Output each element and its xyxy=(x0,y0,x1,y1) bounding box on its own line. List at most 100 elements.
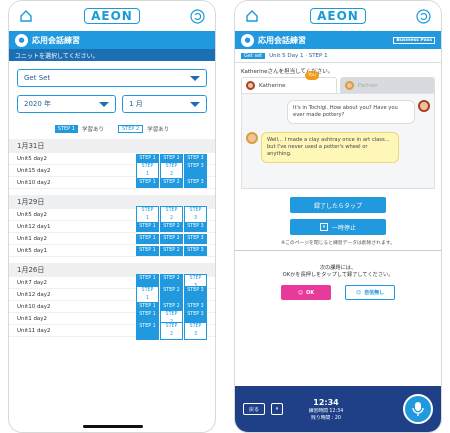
evaluation-buttons: ☺ OK ☹ 自信無し xyxy=(235,285,441,300)
partner-face-icon xyxy=(418,100,430,112)
pause-icon: ⏸ xyxy=(319,223,328,231)
legend-solid-text: 学習あり xyxy=(81,127,104,133)
step-2-button[interactable]: STEP 2 xyxy=(160,245,183,256)
step-3-button[interactable]: STEP 3 xyxy=(184,233,207,244)
warning-note: ※このページを閉じると練習データは削除されます。 xyxy=(281,241,395,246)
unit-row[interactable]: Unit12 day1 STEP 1 STEP 2 STEP 3 xyxy=(9,221,215,233)
step-3-button[interactable]: STEP 3 xyxy=(184,221,207,232)
step-1-button[interactable]: STEP 1 xyxy=(136,221,159,232)
unit-name: Unit10 day2 xyxy=(17,179,51,186)
unit-name: Unit1 day2 xyxy=(17,315,48,322)
level-dropdown-value: Get Set xyxy=(24,74,51,82)
step-legend: STEP 1 学習あり STEP 2 学習あり xyxy=(9,125,215,133)
role-instruction: Katherineさんを担当してください。 xyxy=(241,69,334,75)
remaining-time: 残り時間 : 20 xyxy=(311,415,341,421)
tab-partner-label: Partner xyxy=(357,82,378,89)
ok-button[interactable]: ☺ OK xyxy=(281,285,331,300)
year-dropdown-value: 2020 年 xyxy=(24,100,52,108)
page-title-bar: ● 応用会話練習 xyxy=(9,31,215,49)
chevron-down-icon xyxy=(190,101,200,107)
role-tabs: Katherine Partner You xyxy=(235,71,441,93)
step-3-button[interactable]: STEP 3 xyxy=(184,245,207,256)
home-icon[interactable] xyxy=(243,7,261,25)
chat-panel: It's in Tochigi. How about you? Have you… xyxy=(241,93,435,189)
top-bar: AEON xyxy=(235,1,441,31)
page-title: 応用会話練習 xyxy=(258,35,306,45)
tap-when-done-button[interactable]: 録了したらタップ xyxy=(290,197,386,213)
step-2-button[interactable]: STEP 2 xyxy=(160,221,183,232)
unit-name: Unit5 day2 xyxy=(17,211,48,218)
step-3-button[interactable]: STEP 3 xyxy=(184,321,207,340)
step-buttons: STEP 1STEP 2STEP 3 xyxy=(136,221,207,232)
user-face-icon xyxy=(246,132,258,144)
step-1-button[interactable]: STEP 1 xyxy=(136,177,159,188)
unit-row[interactable]: Unit12 day2 STEP 1 STEP 2 STEP 3 xyxy=(9,285,215,304)
katherine-avatar xyxy=(246,81,255,90)
page-title: 応用会話練習 xyxy=(32,35,80,45)
year-dropdown[interactable]: 2020 年 xyxy=(17,95,117,113)
microphone-button[interactable] xyxy=(403,394,433,424)
you-badge: You xyxy=(305,71,319,80)
step-2-button[interactable]: STEP 2 xyxy=(160,321,183,340)
pause-label: 一時停止 xyxy=(331,224,356,232)
step-2-button[interactable]: STEP 2 xyxy=(160,177,183,188)
unit-name: Unit5 day1 xyxy=(17,247,48,254)
ok-label: OK xyxy=(306,289,315,296)
chat-message-user: Well... I made a clay ashtray once in ar… xyxy=(246,132,430,163)
date-header: 1月31日 xyxy=(9,139,215,153)
step-1-button[interactable]: STEP 1 xyxy=(136,245,159,256)
tab-partner[interactable]: Partner xyxy=(339,77,435,93)
lesson-bar: Get set Unit 5 Day 1 · STEP 1 xyxy=(235,49,441,63)
unit-name: Unit12 day2 xyxy=(17,291,51,298)
lesson-tag: Get set xyxy=(241,52,266,59)
level-dropdown[interactable]: Get Set xyxy=(17,69,207,87)
pause-button[interactable]: ⏸ 一時停止 xyxy=(290,219,386,235)
finish-instruction: 次の課題には、 OKかを長押しをタップして録了してください。 xyxy=(235,265,441,279)
step-3-button[interactable]: STEP 3 xyxy=(184,177,207,188)
unit-row[interactable]: Unit1 day2 STEP 1STEP 2STEP 3 xyxy=(9,233,215,245)
step-buttons: STEP 1STEP 2STEP 3 xyxy=(136,177,207,188)
chevron-down-icon xyxy=(99,101,110,107)
unit-name: Unit5 day2 xyxy=(17,155,48,162)
step-buttons: STEP 1STEP 2STEP 3 xyxy=(136,245,207,256)
unit-row[interactable]: Unit10 day2 STEP 1 STEP 2 STEP 3 xyxy=(9,177,215,189)
timer-display: 12:34 練習時間 12:34 残り時間 : 20 xyxy=(289,398,363,421)
business-pass-badge: Business Pass xyxy=(393,36,435,44)
step-buttons: STEP 1STEP 2STEP 3 xyxy=(136,233,207,244)
not-confident-button[interactable]: ☹ 自信無し xyxy=(345,285,395,300)
legend-solid-chip: STEP 1 xyxy=(54,125,78,133)
unit-row[interactable]: Unit15 day2 STEP 1 STEP 2 STEP 3 xyxy=(9,161,215,180)
conversation-icon: ● xyxy=(15,33,28,47)
back-icon[interactable] xyxy=(415,7,433,25)
step-1-button[interactable]: STEP 1 xyxy=(136,233,159,244)
unit-name: Unit15 day2 xyxy=(17,167,51,174)
step-1-button[interactable]: STEP 1 xyxy=(136,321,159,340)
unit-row[interactable]: Unit5 day1 STEP 1 STEP 2 STEP 3 xyxy=(9,245,215,257)
unit-name: Unit12 day1 xyxy=(17,223,51,230)
pause-small-icon[interactable]: ⏸ xyxy=(271,403,283,415)
chat-message-partner: It's in Tochigi. How about you? Have you… xyxy=(246,100,430,124)
home-icon[interactable] xyxy=(17,7,35,25)
footer-bar: 戻る ⏸ 12:34 練習時間 12:34 残り時間 : 20 xyxy=(235,386,441,432)
unit-row[interactable]: Unit11 day2 STEP 1 STEP 2 STEP 3 xyxy=(9,321,215,340)
step-2-button[interactable]: STEP 2 xyxy=(160,233,183,244)
not-confident-label: 自信無し xyxy=(364,290,385,296)
unit-select-screen: AEON ● 応用会話練習 ユニットを選択してください。 Get Set 202… xyxy=(8,0,216,433)
microphone-icon xyxy=(412,402,424,416)
unit-row[interactable]: Unit5 day2 STEP 1 STEP 2 STEP 3 xyxy=(9,205,215,224)
month-dropdown[interactable]: 1 月 xyxy=(122,95,207,113)
elapsed-time: 練習時間 12:34 xyxy=(308,408,344,414)
lesson-text: Unit 5 Day 1 · STEP 1 xyxy=(269,52,328,59)
legend-outline-text: 学習あり xyxy=(147,127,170,133)
tab-katherine-label: Katherine xyxy=(259,82,286,89)
unit-name: Unit11 day2 xyxy=(17,327,51,334)
chevron-down-icon xyxy=(190,75,200,81)
tap-when-done-label: 録了したらタップ xyxy=(313,202,362,210)
back-button[interactable]: 戻る xyxy=(243,403,265,415)
legend-outline-chip: STEP 2 xyxy=(118,125,144,133)
unit-name: Unit7 day2 xyxy=(17,279,48,286)
unit-name: Unit1 day2 xyxy=(17,235,48,242)
finish-line-1: 次の課題には、 xyxy=(319,265,357,271)
back-icon[interactable] xyxy=(189,7,207,25)
tab-katherine[interactable]: Katherine xyxy=(241,77,337,93)
